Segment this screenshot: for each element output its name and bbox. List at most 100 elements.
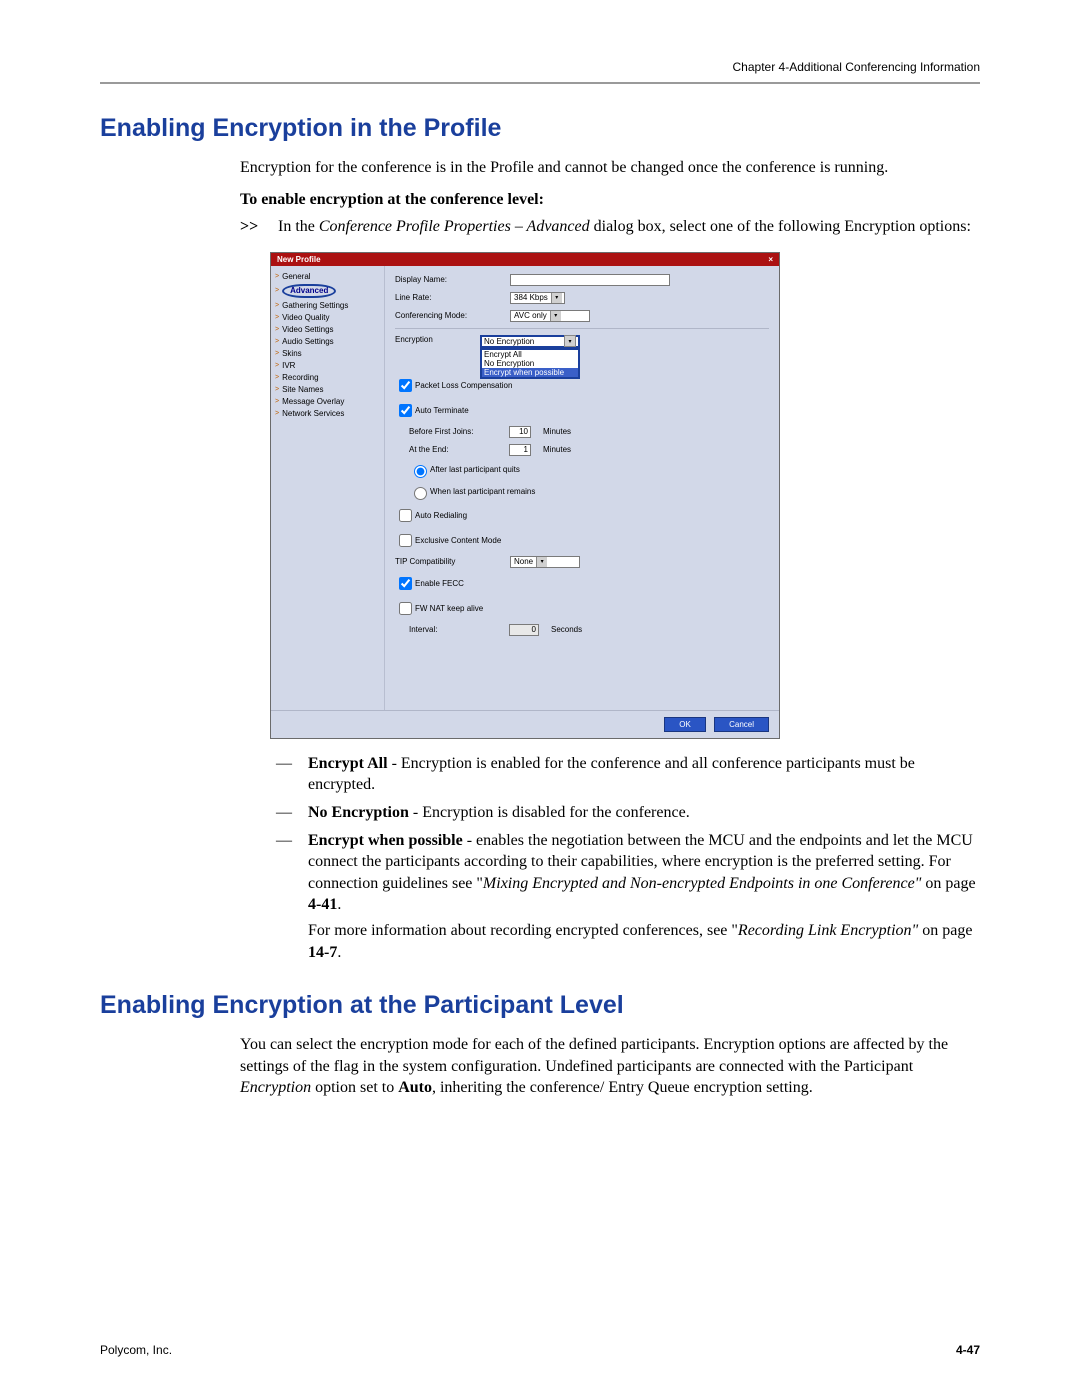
nav-item[interactable]: >Message Overlay — [275, 397, 380, 406]
encryption-dropdown[interactable]: Encrypt AllNo EncryptionEncrypt when pos… — [480, 348, 580, 379]
nav-item[interactable]: >Video Quality — [275, 313, 380, 322]
chapter-header: Chapter 4-Additional Conferencing Inform… — [100, 60, 980, 74]
conf-mode-label: Conferencing Mode: — [395, 311, 510, 320]
nav-item[interactable]: >Gathering Settings — [275, 301, 380, 310]
dialog-form: Display Name: Line Rate: 384 Kbps▾ Confe… — [385, 266, 779, 710]
exclusive-content-checkbox[interactable] — [399, 534, 412, 547]
line-rate-label: Line Rate: — [395, 293, 510, 302]
encryption-option[interactable]: No Encryption — [482, 359, 578, 368]
tip-compat-label: TIP Compatibility — [395, 557, 510, 566]
dialog-title: New Profile — [277, 255, 321, 264]
howto-title: To enable encryption at the conference l… — [240, 189, 980, 211]
when-last-remains-radio[interactable] — [414, 487, 427, 500]
when-last-remains-label: When last participant remains — [430, 487, 535, 496]
dialog-titlebar: New Profile × — [271, 253, 779, 266]
dialog-nav: >General>Advanced>Gathering Settings>Vid… — [271, 266, 385, 710]
at-end-label: At the End: — [409, 445, 509, 454]
close-icon[interactable]: × — [768, 255, 773, 264]
nav-item[interactable]: >Network Services — [275, 409, 380, 418]
nav-item[interactable]: >Advanced — [275, 284, 380, 298]
section2-title: Enabling Encryption at the Participant L… — [100, 991, 980, 1020]
line-rate-select[interactable]: 384 Kbps▾ — [510, 292, 565, 304]
encryption-select[interactable]: No Encryption ▾ — [480, 335, 580, 348]
dash-bullet: — — [270, 802, 298, 824]
arrow-icon: > — [275, 398, 279, 405]
interval-input[interactable]: 0 — [509, 624, 539, 636]
cancel-button[interactable]: Cancel — [714, 717, 769, 732]
nav-item-label: Advanced — [282, 284, 336, 298]
footer-company: Polycom, Inc. — [100, 1343, 172, 1357]
arrow-icon: > — [275, 362, 279, 369]
auto-redial-label: Auto Redialing — [415, 511, 467, 520]
nav-item[interactable]: >Video Settings — [275, 325, 380, 334]
arrow-icon: > — [275, 338, 279, 345]
nav-item[interactable]: >Skins — [275, 349, 380, 358]
after-last-quits-radio[interactable] — [414, 465, 427, 478]
nav-item-label: Gathering Settings — [282, 301, 348, 310]
after-last-quits-label: After last participant quits — [430, 465, 520, 474]
auto-redial-checkbox[interactable] — [399, 509, 412, 522]
chevron-down-icon: ▾ — [550, 311, 561, 321]
encryption-option[interactable]: Encrypt when possible — [482, 368, 578, 377]
step-text: In the Conference Profile Properties – A… — [278, 216, 971, 238]
encryption-option[interactable]: Encrypt All — [482, 350, 578, 359]
auto-terminate-checkbox[interactable] — [399, 404, 412, 417]
option-encrypt-all: Encrypt All - Encryption is enabled for … — [308, 753, 980, 796]
enable-fecc-checkbox[interactable] — [399, 577, 412, 590]
packet-loss-label: Packet Loss Compensation — [415, 381, 512, 390]
arrow-icon: > — [275, 314, 279, 321]
section1-intro: Encryption for the conference is in the … — [240, 157, 980, 179]
nav-item[interactable]: >Recording — [275, 373, 380, 382]
nav-item-label: Site Names — [282, 385, 323, 394]
section1-title: Enabling Encryption in the Profile — [100, 114, 980, 143]
chevron-down-icon: ▾ — [551, 293, 562, 303]
page-number: 4-47 — [956, 1343, 980, 1357]
nav-item-label: Video Quality — [282, 313, 329, 322]
packet-loss-checkbox[interactable] — [399, 379, 412, 392]
nav-item-label: Video Settings — [282, 325, 333, 334]
conf-mode-select[interactable]: AVC only▾ — [510, 310, 590, 322]
chevron-down-icon: ▾ — [564, 335, 576, 347]
nav-item-label: Network Services — [282, 409, 344, 418]
ok-button[interactable]: OK — [664, 717, 706, 732]
before-first-label: Before First Joins: — [409, 427, 509, 436]
step-marker: >> — [240, 216, 264, 238]
nav-item-label: General — [282, 272, 310, 281]
nav-item-label: Audio Settings — [282, 337, 334, 346]
at-end-unit: Minutes — [543, 445, 571, 454]
fw-nat-checkbox[interactable] — [399, 602, 412, 615]
chevron-down-icon: ▾ — [536, 557, 547, 567]
nav-item-label: Recording — [282, 373, 318, 382]
interval-unit: Seconds — [551, 625, 582, 634]
nav-item-label: Message Overlay — [282, 397, 344, 406]
fw-nat-label: FW NAT keep alive — [415, 604, 483, 613]
nav-item[interactable]: >Audio Settings — [275, 337, 380, 346]
nav-item-label: IVR — [282, 361, 295, 370]
nav-item[interactable]: >IVR — [275, 361, 380, 370]
nav-item-label: Skins — [282, 349, 302, 358]
dash-bullet: — — [270, 753, 298, 796]
option-encrypt-when-possible: Encrypt when possible - enables the nego… — [308, 830, 980, 964]
before-first-unit: Minutes — [543, 427, 571, 436]
before-first-input[interactable]: 10 — [509, 426, 531, 438]
nav-item[interactable]: >Site Names — [275, 385, 380, 394]
encryption-label: Encryption — [395, 335, 480, 344]
embedded-dialog: New Profile × >General>Advanced>Gatherin… — [270, 252, 980, 739]
arrow-icon: > — [275, 273, 279, 280]
arrow-icon: > — [275, 410, 279, 417]
interval-label: Interval: — [409, 625, 509, 634]
exclusive-content-label: Exclusive Content Mode — [415, 536, 501, 545]
header-rule — [100, 82, 980, 84]
arrow-icon: > — [275, 287, 279, 294]
auto-terminate-label: Auto Terminate — [415, 406, 469, 415]
arrow-icon: > — [275, 386, 279, 393]
nav-item[interactable]: >General — [275, 272, 380, 281]
tip-compat-select[interactable]: None▾ — [510, 556, 580, 568]
arrow-icon: > — [275, 350, 279, 357]
enable-fecc-label: Enable FECC — [415, 579, 464, 588]
dash-bullet: — — [270, 830, 298, 964]
section2-intro: You can select the encryption mode for e… — [240, 1034, 980, 1099]
at-end-input[interactable]: 1 — [509, 444, 531, 456]
display-name-input[interactable] — [510, 274, 670, 286]
arrow-icon: > — [275, 326, 279, 333]
